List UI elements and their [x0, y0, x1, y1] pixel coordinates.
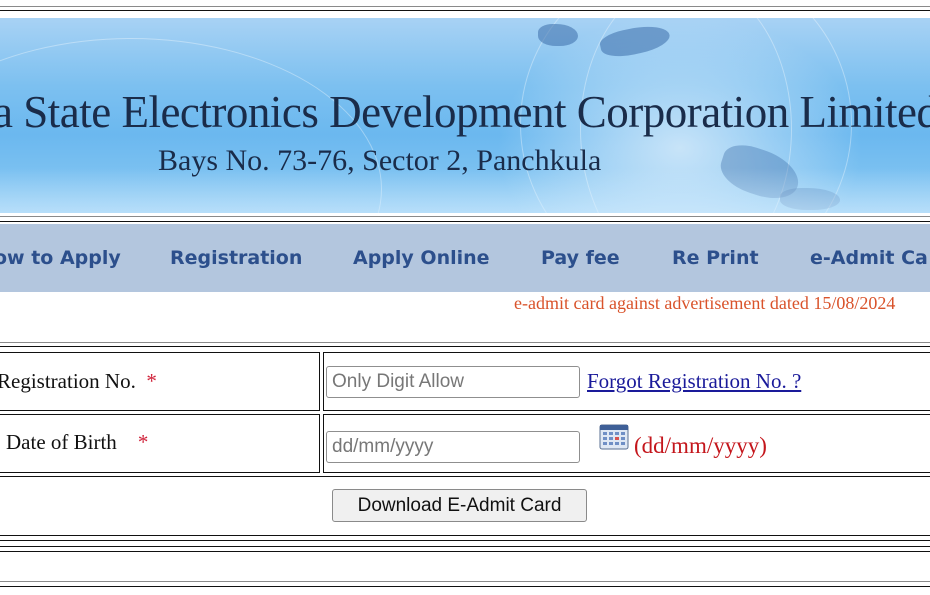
divider — [0, 221, 930, 222]
nav-pay-fee[interactable]: Pay fee — [541, 247, 620, 269]
nav-e-admit-card[interactable]: e-Admit Ca — [810, 247, 928, 269]
divider — [0, 216, 930, 217]
map-decoration — [538, 24, 578, 46]
calendar-icon[interactable] — [599, 424, 629, 450]
required-marker: * — [146, 369, 157, 393]
divider — [0, 10, 930, 11]
registration-number-input[interactable] — [326, 366, 580, 398]
dob-label: Date of Birth * — [6, 430, 148, 455]
organization-address: Bays No. 73-76, Sector 2, Panchkula — [158, 144, 602, 177]
admit-card-notice: e-admit card against advertisement dated… — [514, 293, 896, 313]
forgot-registration-link[interactable]: Forgot Registration No. ? — [587, 369, 801, 394]
divider — [0, 546, 930, 547]
download-admit-card-button[interactable]: Download E-Admit Card — [332, 489, 587, 522]
divider — [0, 346, 930, 347]
required-marker: * — [137, 430, 149, 454]
dob-format-hint: (dd/mm/yyyy) — [634, 433, 767, 458]
main-nav: ow to Apply Registration Apply Online Pa… — [0, 224, 930, 292]
date-of-birth-input[interactable] — [326, 431, 580, 463]
header-banner: a State Electronics Development Corporat… — [0, 18, 930, 213]
organization-title: a State Electronics Development Corporat… — [0, 87, 930, 137]
registration-label: Registration No. * — [0, 369, 157, 394]
nav-how-to-apply[interactable]: ow to Apply — [0, 247, 121, 269]
divider — [0, 581, 930, 582]
nav-re-print[interactable]: Re Print — [672, 247, 759, 269]
dob-label-text: Date of Birth — [6, 430, 117, 454]
nav-registration[interactable]: Registration — [170, 247, 302, 269]
nav-apply-online[interactable]: Apply Online — [353, 247, 490, 269]
divider — [0, 540, 930, 541]
registration-label-text: Registration No. — [0, 369, 136, 393]
divider — [0, 342, 930, 343]
divider — [0, 586, 930, 587]
divider — [0, 551, 930, 552]
divider — [0, 6, 930, 7]
